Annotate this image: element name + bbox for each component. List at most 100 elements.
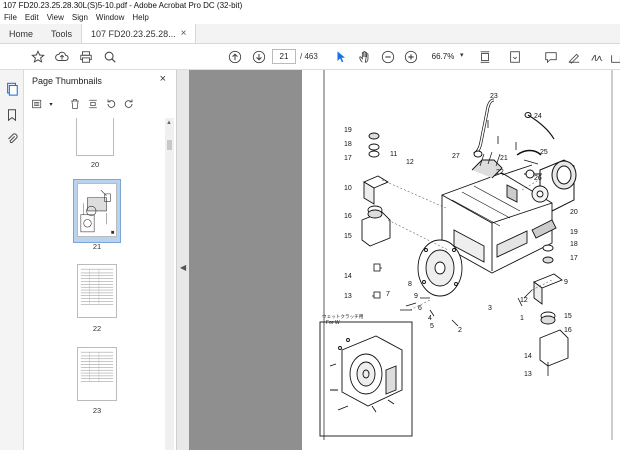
part-callout: 18 [570,241,578,248]
part-callout: 24 [534,113,542,120]
scroll-up-icon[interactable]: ▲ [166,120,172,126]
inset-subtitle: For W [326,320,340,326]
part-callout: 10 [344,185,352,192]
part-callout: 5 [430,323,434,330]
panel-collapse-gutter[interactable]: ◀ [177,70,189,450]
page-number-input[interactable]: 21 [272,49,296,64]
page-count: / 463 [300,52,318,61]
menu-view[interactable]: View [47,12,64,24]
thumbnail-page-23[interactable] [77,347,117,401]
part-callout: 20 [570,209,578,216]
attachment-icon[interactable] [5,132,19,146]
tab-document[interactable]: 107 FD20.23.25.28... × [81,24,197,44]
part-callout: 19 [570,229,578,236]
engine-exploded-diagram: 2324191817111227 212522261020161519181714… [319,70,613,440]
star-icon[interactable] [28,47,48,67]
part-callout: 13 [344,293,352,300]
thumbnail-scrollbar[interactable]: ▲ [165,118,174,450]
menu-sign[interactable]: Sign [72,12,88,24]
fit-page-icon[interactable] [475,47,495,67]
share-icon[interactable] [606,47,620,67]
thumbnail-label: 21 [92,242,102,251]
part-callout: 19 [344,127,352,134]
thumbnail-page-21[interactable] [77,183,117,237]
part-callout: 2 [458,327,462,334]
bookmark-icon[interactable] [5,108,19,122]
rotate-right-icon[interactable] [122,97,136,111]
upload-icon[interactable] [52,47,72,67]
part-callout: 13 [524,371,532,378]
menu-bar: File Edit View Sign Window Help [0,12,620,24]
part-callout: 26 [534,175,542,182]
wet-clutch-inset [319,321,413,437]
part-callout: 12 [406,159,414,166]
part-callout: 15 [564,313,572,320]
tab-bar: Home Tools 107 FD20.23.25.28... × [0,24,620,44]
highlight-icon[interactable] [564,47,584,67]
part-callout: 17 [344,155,352,162]
part-callout: 17 [570,255,578,262]
scroll-mode-icon[interactable] [505,47,525,67]
menu-window[interactable]: Window [96,12,124,24]
thumbnail-label: 20 [90,160,100,169]
part-callout: 12 [520,297,528,304]
thumbnail-page-22[interactable] [77,264,117,318]
insert-pages-icon[interactable] [86,97,100,111]
thumbnail-page-20[interactable] [76,118,114,156]
comment-icon[interactable] [541,47,561,67]
thumbnail-label: 22 [92,324,102,333]
thumbnail-list: 20 21 22 23 [24,118,165,450]
search-icon[interactable] [100,47,120,67]
rotate-left-icon[interactable] [104,97,118,111]
panel-title: Page Thumbnails [32,76,102,86]
print-icon[interactable] [76,47,96,67]
part-callout: 14 [524,353,532,360]
close-icon[interactable]: × [160,73,166,85]
part-callout: 9 [564,279,568,286]
right-engine-mount [533,244,569,367]
chevron-down-icon[interactable]: ▾ [460,51,464,59]
tab-document-label: 107 FD20.23.25.28... [91,28,176,39]
delete-icon[interactable] [68,97,82,111]
part-callout: 3 [488,305,492,312]
tab-close-icon[interactable]: × [181,24,187,44]
sign-icon[interactable] [587,47,607,67]
options-menu-icon[interactable] [30,97,44,111]
page-thumbnails-icon[interactable] [5,82,19,96]
part-callout: 1 [520,315,524,322]
zoom-in-icon[interactable] [401,47,421,67]
page-up-icon[interactable] [225,47,245,67]
zoom-out-icon[interactable] [378,47,398,67]
part-callout: 7 [386,291,390,298]
page-thumbnails-panel: Page Thumbnails × ▾ 20 21 22 23 ▲ [24,70,177,450]
part-callout: 4 [428,315,432,322]
menu-help[interactable]: Help [132,12,148,24]
part-callout: 21 [500,155,508,162]
chevron-left-icon[interactable]: ◀ [180,263,186,272]
zoom-level-select[interactable]: 66.7% [426,49,460,64]
part-callout: 14 [344,273,352,280]
part-callout: 27 [452,153,460,160]
thumbnail-label: 23 [92,406,102,415]
flywheel-housing [417,239,463,297]
part-callout: 9 [414,293,418,300]
menu-file[interactable]: File [4,12,17,24]
cursor-icon[interactable] [331,47,351,67]
menu-edit[interactable]: Edit [25,12,39,24]
pdf-page: 23 24 19 18 17 11 12 27 21 25 22 26 10 20 16 15 19 18 17 14… [302,70,620,450]
page-down-icon[interactable] [249,47,269,67]
part-callout: 25 [540,149,548,156]
part-callout: 16 [344,213,352,220]
part-callout: 8 [408,281,412,288]
part-callout: 11 [390,151,397,158]
part-callout: 6 [418,305,422,312]
document-viewer[interactable]: 23 24 19 18 17 11 12 27 21 25 22 26 10 20 16 15 19 18 17 14… [189,70,620,450]
hand-icon[interactable] [355,47,375,67]
toolbar: 21 / 463 66.7% ▾ [0,44,620,70]
tab-home[interactable]: Home [0,24,42,43]
inset-title: ウェットクラッチ用 [322,313,364,320]
scrollbar-thumb[interactable] [167,140,172,150]
part-callout: 22 [496,169,504,176]
tab-tools[interactable]: Tools [42,24,81,43]
chevron-down-icon[interactable]: ▾ [48,97,54,111]
